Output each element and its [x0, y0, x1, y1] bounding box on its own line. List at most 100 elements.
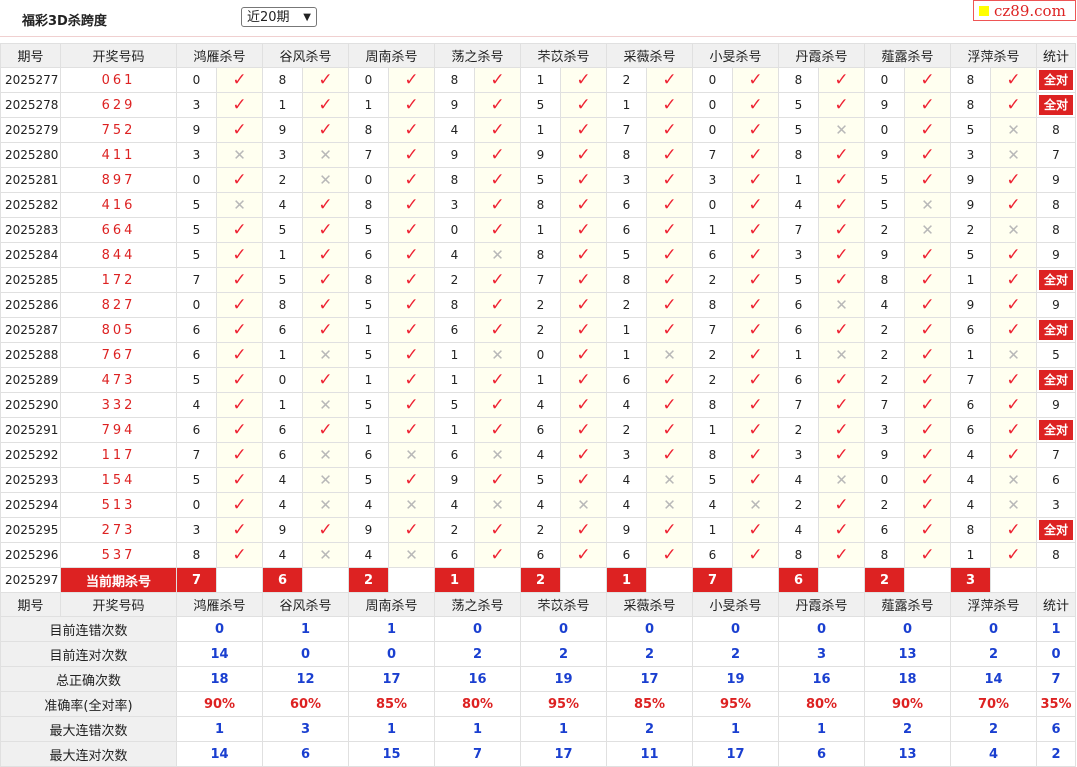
- kill-number: 6: [434, 317, 475, 343]
- kill-result: ✕: [990, 467, 1037, 493]
- stats-total: 0: [1036, 641, 1076, 667]
- kill-result: ✓: [818, 392, 865, 418]
- header-expert[interactable]: 薤露杀号: [864, 43, 951, 68]
- cross-icon: ✕: [319, 496, 332, 514]
- chevron-down-icon: ▼: [303, 12, 311, 23]
- kill-number: 0: [520, 342, 561, 368]
- kill-number: 7: [778, 392, 819, 418]
- check-icon: ✓: [662, 145, 677, 165]
- kill-result: ✓: [216, 117, 263, 143]
- header-expert[interactable]: 周南杀号: [348, 592, 435, 617]
- kill-number: 3: [434, 192, 475, 218]
- kill-result: ✓: [904, 292, 951, 318]
- kill-result: ✕: [646, 492, 693, 518]
- cross-icon: ✕: [319, 471, 332, 489]
- cross-icon: ✕: [835, 471, 848, 489]
- kill-result: ✓: [818, 367, 865, 393]
- header-expert[interactable]: 采薇杀号: [606, 592, 693, 617]
- stats-value: 16: [434, 666, 521, 692]
- stats-value: 2: [864, 716, 951, 742]
- kill-result: ✕: [216, 142, 263, 168]
- header-expert[interactable]: 丹霞杀号: [778, 592, 865, 617]
- check-icon: ✓: [490, 120, 505, 140]
- check-icon: ✓: [232, 95, 247, 115]
- header-expert[interactable]: 谷风杀号: [262, 592, 349, 617]
- current-kill-number: 2: [520, 567, 561, 593]
- kill-result: ✓: [818, 67, 865, 93]
- kill-number: 9: [864, 92, 905, 118]
- table-row: 2025282 416 5 ✕ 4 ✓ 8 ✓ 3 ✓ 8 ✓ 6 ✓ 0 ✓ 4 ✓ 5 ✕ 9 ✓ 8: [0, 192, 1076, 218]
- period-range-select[interactable]: 近20期 ▼: [241, 7, 317, 27]
- kill-result: ✓: [904, 317, 951, 343]
- kill-number: 5: [778, 92, 819, 118]
- logo-text: cz89.com: [994, 2, 1066, 20]
- kill-number: 1: [606, 342, 647, 368]
- header-expert[interactable]: 芣苡杀号: [520, 43, 607, 68]
- header-expert[interactable]: 采薇杀号: [606, 43, 693, 68]
- header-expert[interactable]: 荡之杀号: [434, 43, 521, 68]
- header-expert[interactable]: 小旻杀号: [692, 43, 779, 68]
- check-icon: ✓: [318, 95, 333, 115]
- header-expert[interactable]: 丹霞杀号: [778, 43, 865, 68]
- site-logo[interactable]: cz89.com: [973, 0, 1076, 21]
- current-kill-blank: [560, 567, 607, 593]
- kill-number: 1: [434, 417, 475, 443]
- header-expert[interactable]: 浮萍杀号: [950, 43, 1037, 68]
- kill-result: ✕: [818, 117, 865, 143]
- kill-result: ✓: [990, 517, 1037, 543]
- check-icon: ✓: [748, 245, 763, 265]
- header-expert[interactable]: 周南杀号: [348, 43, 435, 68]
- cross-icon: ✕: [319, 396, 332, 414]
- kill-result: ✓: [388, 117, 435, 143]
- kill-result: ✓: [560, 242, 607, 268]
- kill-result: ✓: [904, 467, 951, 493]
- kill-result: ✓: [646, 542, 693, 568]
- row-stat: 3: [1036, 492, 1076, 518]
- stats-value: 1: [520, 716, 607, 742]
- kill-number: 3: [262, 142, 303, 168]
- stats-row: 总正确次数 18 12 17 16 19 17 19 16 18 14 7: [0, 666, 1076, 692]
- check-icon: ✓: [662, 520, 677, 540]
- kill-number: 6: [606, 367, 647, 393]
- kill-number: 2: [262, 167, 303, 193]
- kill-number: 4: [606, 467, 647, 493]
- row-stat: 7: [1036, 442, 1076, 468]
- kill-result: ✓: [302, 367, 349, 393]
- row-stat: 全对: [1036, 67, 1076, 93]
- kill-number: 4: [434, 242, 475, 268]
- current-kill-number: 6: [778, 567, 819, 593]
- kill-number: 8: [864, 267, 905, 293]
- header-expert[interactable]: 鸿雁杀号: [176, 592, 263, 617]
- kill-result: ✓: [560, 117, 607, 143]
- header-expert[interactable]: 荡之杀号: [434, 592, 521, 617]
- stats-value: 2: [606, 641, 693, 667]
- check-icon: ✓: [404, 195, 419, 215]
- kill-result: ✓: [388, 467, 435, 493]
- header-expert[interactable]: 鸿雁杀号: [176, 43, 263, 68]
- kill-number: 6: [262, 317, 303, 343]
- check-icon: ✓: [920, 445, 935, 465]
- check-icon: ✓: [576, 320, 591, 340]
- header-expert[interactable]: 薤露杀号: [864, 592, 951, 617]
- stats-value: 0: [950, 616, 1037, 642]
- header-expert[interactable]: 芣苡杀号: [520, 592, 607, 617]
- kill-result: ✓: [474, 517, 521, 543]
- table-row: 2025287 805 6 ✓ 6 ✓ 1 ✓ 6 ✓ 2 ✓ 1 ✓ 7 ✓ 6 ✓ 2 ✓ 6 ✓ 全对: [0, 317, 1076, 343]
- kill-number: 3: [606, 442, 647, 468]
- header-expert[interactable]: 谷风杀号: [262, 43, 349, 68]
- check-icon: ✓: [576, 520, 591, 540]
- kill-result: ✓: [818, 242, 865, 268]
- header-expert[interactable]: 浮萍杀号: [950, 592, 1037, 617]
- table-row: 2025279 752 9 ✓ 9 ✓ 8 ✓ 4 ✓ 1 ✓ 7 ✓ 0 ✓ 5 ✕ 0 ✓ 5 ✕ 8: [0, 117, 1076, 143]
- current-kill-number: 2: [348, 567, 389, 593]
- row-stat: 全对: [1036, 267, 1076, 293]
- check-icon: ✓: [748, 170, 763, 190]
- kill-result: ✓: [646, 192, 693, 218]
- kill-result: ✓: [474, 217, 521, 243]
- kill-result: ✓: [818, 167, 865, 193]
- header-expert[interactable]: 小旻杀号: [692, 592, 779, 617]
- check-icon: ✓: [920, 120, 935, 140]
- kill-number: 5: [176, 367, 217, 393]
- draw-number: 172: [60, 267, 177, 293]
- check-icon: ✓: [834, 95, 849, 115]
